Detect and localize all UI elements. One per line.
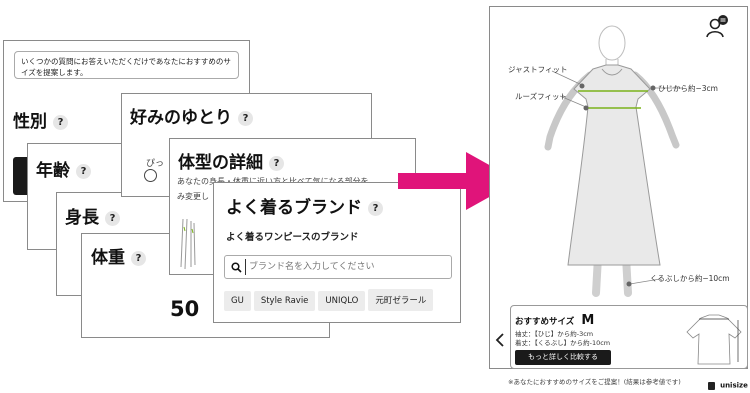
- height-title: 身長?: [65, 203, 120, 228]
- help-icon[interactable]: ?: [53, 114, 68, 130]
- body-silhouette-icon: [180, 218, 196, 270]
- brand-logo-icon: [708, 381, 715, 390]
- brand-chip[interactable]: UNIQLO: [318, 291, 366, 311]
- help-icon[interactable]: ?: [131, 250, 146, 266]
- size-value: M: [581, 313, 595, 328]
- garment-thumbnail-icon: [686, 314, 742, 365]
- help-icon[interactable]: ?: [76, 163, 91, 179]
- brand-chip[interactable]: Style Ravie: [253, 291, 316, 311]
- compare-button[interactable]: もっと詳しく比較する: [515, 350, 611, 365]
- body-detail-desc2: み変更し: [177, 192, 209, 201]
- brand-search-box[interactable]: [224, 255, 452, 279]
- brand-chip[interactable]: GU: [224, 291, 251, 311]
- label-calf: くるぶしから約−10cm: [650, 274, 730, 283]
- recommendation-card: おすすめサイズ M 袖丈：【ひじ】から約-3cm 着丈：【くるぶし】から約-10…: [510, 305, 748, 369]
- brand-subtitle: よく着るワンピースのブランド: [226, 232, 359, 243]
- mannequin-dress-illustration: [544, 25, 682, 297]
- age-title: 年齢?: [36, 156, 91, 181]
- brand-title: よく着るブランド?: [226, 193, 383, 218]
- search-icon: [231, 262, 242, 273]
- brand-search-input[interactable]: [245, 259, 445, 275]
- intro-box: いくつかの質問にお答えいただくだけであなたにおすすめのサイズを提案します。: [14, 51, 239, 79]
- label-just-fit: ジャストフィット: [508, 65, 568, 74]
- body-detail-title: 体型の詳細?: [178, 148, 284, 173]
- gender-title: 性別?: [13, 107, 68, 132]
- help-icon[interactable]: ?: [368, 200, 383, 216]
- brand-chip[interactable]: 元町ゼラール: [368, 289, 434, 311]
- account-icon[interactable]: [705, 15, 729, 39]
- result-note: ※あなたにおすすめのサイズをご提案！(結果は参考値です): [508, 378, 681, 386]
- intro-text: いくつかの質問にお答えいただくだけであなたにおすすめのサイズを提案します。: [21, 57, 231, 77]
- label-elbow: ひじから約−3cm: [658, 84, 718, 93]
- brand-logo: unisize: [708, 375, 748, 393]
- label-loose-fit: ルーズフィット: [515, 92, 567, 101]
- result-panel: ジャストフィット ルーズフィット ひじから約−3cm くるぶしから約−10cm …: [489, 6, 748, 369]
- size-label: おすすめサイズ: [515, 317, 575, 327]
- help-icon[interactable]: ?: [238, 110, 253, 126]
- help-icon[interactable]: ?: [105, 210, 120, 226]
- brand-chip-list: GU Style Ravie UNIQLO 元町ゼラール: [224, 288, 436, 311]
- chevron-left-icon[interactable]: [495, 333, 505, 347]
- fit-pref-title: 好みのゆとり?: [130, 103, 253, 128]
- size-heading: おすすめサイズ M: [515, 309, 594, 328]
- help-icon[interactable]: ?: [269, 155, 284, 171]
- weight-title: 体重?: [91, 243, 146, 268]
- length-info: 着丈：【くるぶし】から約-10cm: [515, 339, 611, 347]
- brand-logo-text: unisize: [720, 381, 748, 390]
- fit-option-radio[interactable]: [144, 169, 157, 182]
- fit-option-label: ぴっ: [146, 159, 165, 169]
- weight-value: 50: [170, 297, 200, 321]
